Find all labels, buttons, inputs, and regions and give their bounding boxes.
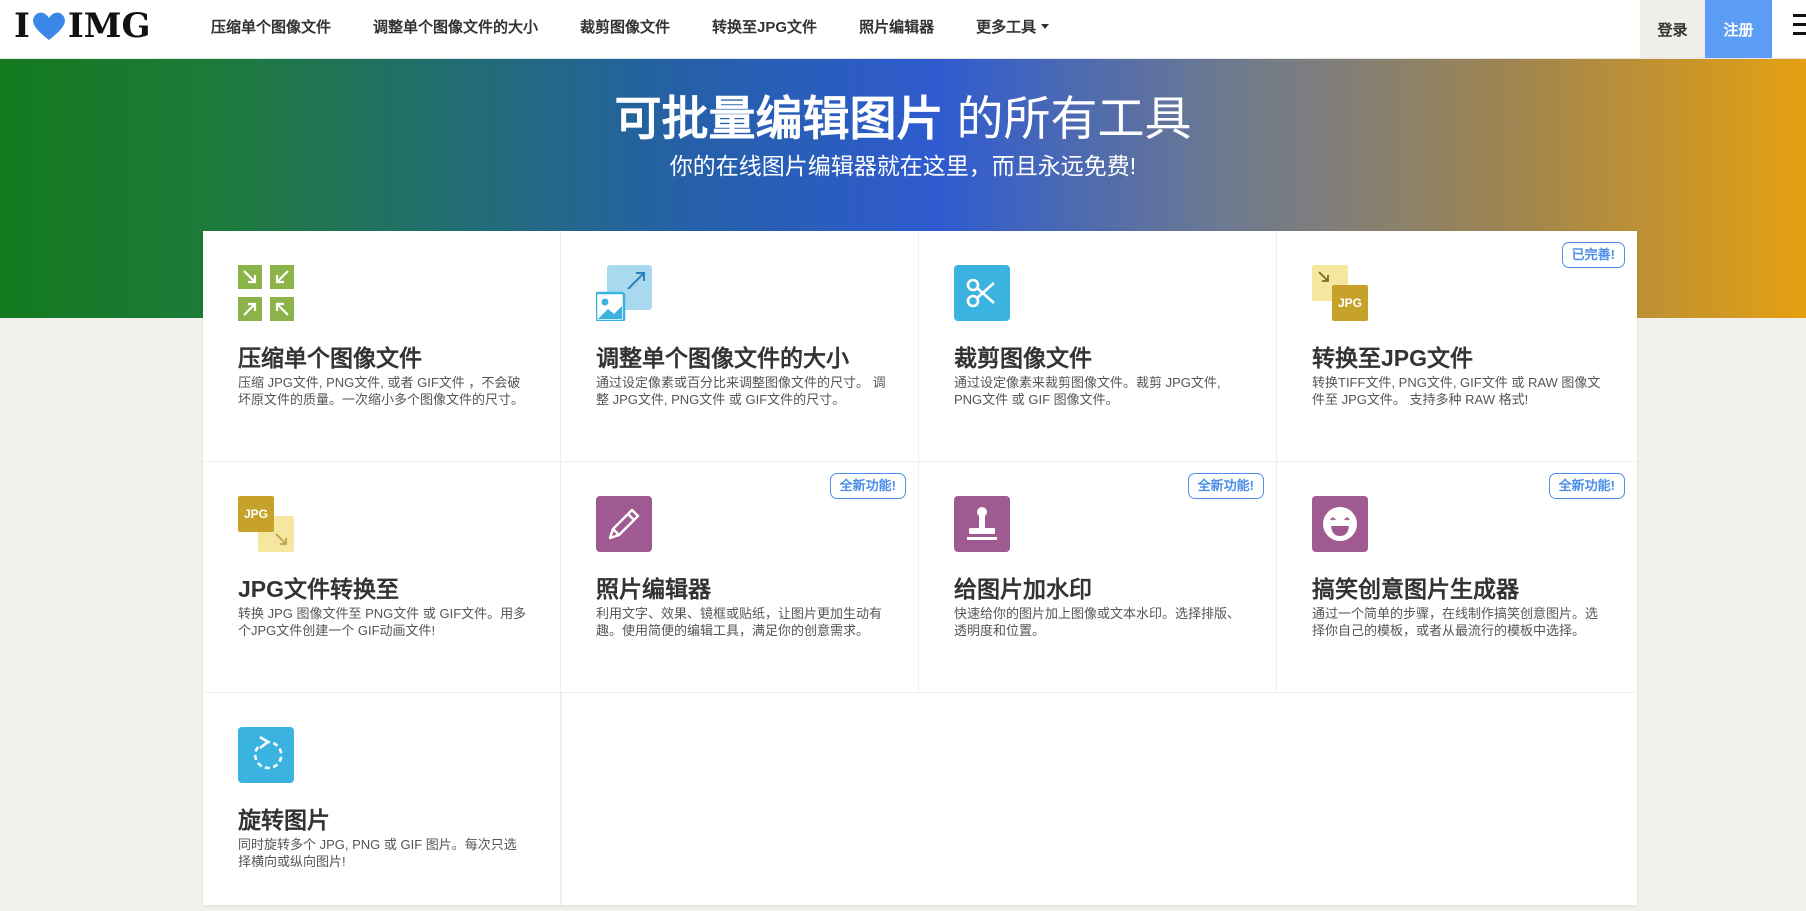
main-nav: 压缩单个图像文件 调整单个图像文件的大小 裁剪图像文件 转换至JPG文件 照片编… (190, 0, 1070, 52)
tool-card-rotate[interactable]: 旋转图片 同时旋转多个 JPG, PNG 或 GIF 图片。每次只选择横向或纵向… (203, 693, 561, 905)
compress-icon (238, 265, 294, 321)
hero-subtitle: 你的在线图片编辑器就在这里，而且永远免费! (669, 153, 1137, 179)
caret-down-icon (1041, 23, 1050, 29)
tool-title: 给图片加水印 (954, 576, 1092, 602)
tool-description: 通过设定像素或百分比来调整图像文件的尺寸。 调整 JPG文件, PNG文件 或 … (596, 375, 886, 407)
tool-title: 转换至JPG文件 (1312, 345, 1474, 371)
empty-grid-area (561, 693, 1638, 905)
tool-title: 裁剪图像文件 (954, 345, 1092, 371)
stamp-icon (954, 496, 1010, 552)
nav-compress[interactable]: 压缩单个图像文件 (211, 16, 331, 37)
tool-description: 压缩 JPG文件, PNG文件, 或者 GIF文件 ，不会破坏原文件的质量。一次… (238, 375, 525, 407)
tool-description: 转换TIFF文件, PNG文件, GIF文件 或 RAW 图像文件至 JPG文件… (1312, 375, 1601, 407)
laughing-face-icon (1312, 496, 1368, 552)
nav-label: 裁剪图像文件 (580, 18, 671, 36)
tool-card-convert-to-jpg[interactable]: 已完善! JPG 转换至JPG文件 转换TIFF文件, PNG文件, GIF文件… (1277, 231, 1637, 462)
hero-title: 可批量编辑图片 的所有工具 (0, 89, 1806, 149)
rotate-icon (238, 727, 294, 783)
tool-card-meme-generator[interactable]: 全新功能! 搞笑创意图片生成器 通过一个简单的步骤，在线制作搞笑创意图片。选择你… (1277, 462, 1637, 693)
new-feature-badge: 全新功能! (1548, 473, 1625, 499)
nav-label: 转换至JPG文件 (712, 18, 818, 36)
scissors-icon (954, 265, 1010, 321)
svg-text:JPG: JPG (1338, 296, 1362, 310)
tool-description: 同时旋转多个 JPG, PNG 或 GIF 图片。每次只选择横向或纵向图片! (238, 837, 517, 869)
nav-label: 更多工具 (976, 18, 1037, 36)
site-logo[interactable]: I IMG (14, 6, 150, 46)
pencil-icon (596, 496, 652, 552)
convert-to-jpg-icon: JPG (1312, 265, 1368, 321)
nav-photo-editor[interactable]: 照片编辑器 (859, 16, 934, 37)
nav-crop[interactable]: 裁剪图像文件 (580, 16, 670, 37)
nav-label: 压缩单个图像文件 (211, 18, 332, 36)
tool-title: JPG文件转换至 (238, 576, 400, 602)
tool-card-photo-editor[interactable]: 全新功能! 照片编辑器 利用文字、效果、镜框或贴纸，让图片更加生动有趣。使用简便… (561, 462, 919, 693)
new-feature-badge: 全新功能! (829, 473, 906, 499)
nav-label: 调整单个图像文件的大小 (373, 18, 539, 36)
register-button[interactable]: 注册 (1705, 0, 1772, 58)
tool-card-resize[interactable]: 调整单个图像文件的大小 通过设定像素或百分比来调整图像文件的尺寸。 调整 JPG… (561, 231, 919, 462)
new-feature-badge: 全新功能! (1187, 473, 1264, 499)
nav-more-tools[interactable]: 更多工具 (976, 16, 1050, 37)
tool-description: 转换 JPG 图像文件至 PNG文件 或 GIF文件。用多个JPG文件创建一个 … (238, 606, 527, 638)
tools-grid: 压缩单个图像文件 压缩 JPG文件, PNG文件, 或者 GIF文件 ，不会破坏… (203, 231, 1637, 905)
tool-description: 快速给你的图片加上图像或文本水印。选择排版、透明度和位置。 (954, 606, 1241, 638)
tool-title: 照片编辑器 (596, 576, 711, 602)
tool-card-watermark[interactable]: 全新功能! 给图片加水印 快速给你的图片加上图像或文本水印。选择排版、透明度和位… (919, 462, 1277, 693)
improved-badge: 已完善! (1561, 242, 1625, 268)
tool-title: 调整单个图像文件的大小 (596, 345, 849, 371)
nav-label: 照片编辑器 (859, 18, 935, 36)
svg-text:JPG: JPG (244, 507, 268, 521)
login-button[interactable]: 登录 (1640, 0, 1705, 58)
tool-description: 通过设定像素来裁剪图像文件。裁剪 JPG文件, PNG文件 或 GIF 图像文件… (954, 375, 1221, 407)
nav-resize[interactable]: 调整单个图像文件的大小 (373, 16, 538, 37)
tool-description: 通过一个简单的步骤，在线制作搞笑创意图片。选择你自己的模板，或者从最流行的模板中… (1312, 606, 1599, 638)
tool-card-crop[interactable]: 裁剪图像文件 通过设定像素来裁剪图像文件。裁剪 JPG文件, PNG文件 或 G… (919, 231, 1277, 462)
tool-title: 旋转图片 (238, 807, 330, 833)
tool-card-convert-from-jpg[interactable]: JPG JPG文件转换至 转换 JPG 图像文件至 PNG文件 或 GIF文件。… (203, 462, 561, 693)
convert-from-jpg-icon: JPG (238, 496, 294, 552)
tool-description: 利用文字、效果、镜框或贴纸，让图片更加生动有趣。使用简便的编辑工具，满足你的创意… (596, 606, 883, 638)
logo-text-left: I (14, 6, 30, 46)
resize-icon (596, 265, 652, 321)
hero-title-light: 的所有工具 (943, 92, 1192, 145)
hero-title-strong: 可批量编辑图片 (614, 92, 944, 145)
heart-icon (32, 12, 65, 40)
tool-title: 压缩单个图像文件 (238, 345, 422, 371)
logo-text-right: IMG (67, 6, 151, 46)
hamburger-menu-icon[interactable] (1793, 14, 1806, 38)
top-navigation-bar: I IMG 压缩单个图像文件 调整单个图像文件的大小 裁剪图像文件 转换至JPG… (0, 0, 1806, 59)
tool-card-compress[interactable]: 压缩单个图像文件 压缩 JPG文件, PNG文件, 或者 GIF文件 ，不会破坏… (203, 231, 561, 462)
tool-title: 搞笑创意图片生成器 (1312, 576, 1519, 602)
nav-convert-to-jpg[interactable]: 转换至JPG文件 (712, 16, 817, 37)
